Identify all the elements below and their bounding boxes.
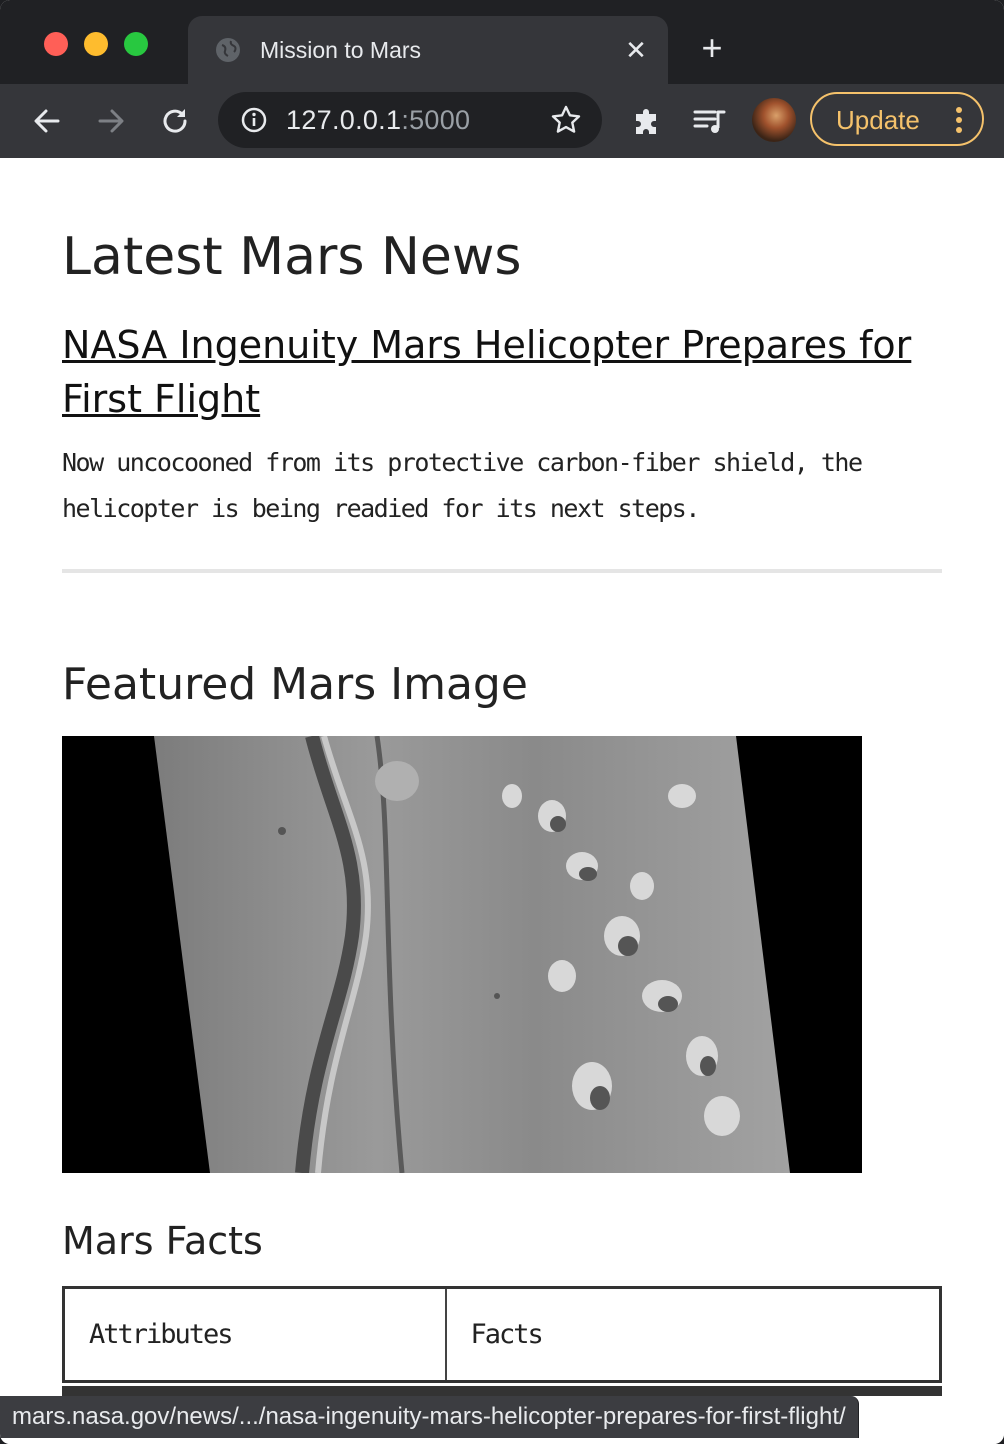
news-teaser: Now uncocooned from its protective carbo… — [62, 448, 863, 523]
reload-icon[interactable] — [156, 102, 194, 140]
globe-icon — [216, 38, 240, 62]
featured-mars-image[interactable] — [62, 736, 862, 1173]
star-icon[interactable] — [550, 104, 582, 136]
featured-image-heading: Featured Mars Image — [62, 659, 528, 710]
facts-table: Attributes Facts — [62, 1286, 942, 1383]
status-url-bubble: mars.nasa.gov/news/.../nasa-ingenuity-ma… — [0, 1396, 859, 1438]
url-text: 127.0.0.1:5000 — [286, 106, 470, 134]
url-port: :5000 — [401, 105, 471, 135]
update-button[interactable]: Update — [810, 92, 984, 146]
forward-arrow-icon[interactable] — [92, 102, 130, 140]
address-bar[interactable]: 127.0.0.1:5000 — [218, 92, 602, 148]
facts-heading: Mars Facts — [62, 1219, 263, 1263]
update-label: Update — [836, 105, 920, 135]
header-attributes: Attributes — [63, 1287, 447, 1382]
divider — [62, 569, 942, 573]
table-header-row: Attributes Facts — [63, 1287, 941, 1382]
news-title-link[interactable]: NASA Ingenuity Mars Helicopter Prepares … — [62, 318, 942, 426]
avatar[interactable] — [752, 98, 796, 142]
info-icon[interactable] — [240, 106, 268, 134]
header-facts: Facts — [470, 1319, 544, 1350]
tab-mission-to-mars[interactable]: Mission to Mars ✕ — [188, 16, 668, 84]
zoom-window-button[interactable] — [124, 32, 148, 56]
media-queue-icon[interactable] — [690, 102, 728, 140]
minimize-window-button[interactable] — [84, 32, 108, 56]
table-row-border — [62, 1386, 942, 1396]
puzzle-icon[interactable] — [628, 102, 666, 140]
browser-window: Mission to Mars ✕ + 127.0.0.1:5000 Updat… — [0, 0, 1004, 1444]
mars-surface-picture — [62, 736, 862, 1173]
page-content: Latest Mars News NASA Ingenuity Mars Hel… — [0, 158, 1004, 1444]
plus-icon[interactable]: + — [694, 30, 730, 66]
kebab-menu-icon[interactable] — [954, 106, 964, 134]
close-icon[interactable]: ✕ — [622, 36, 650, 64]
tab-strip: Mission to Mars ✕ + — [0, 0, 1004, 84]
news-heading: Latest Mars News — [62, 227, 522, 287]
browser-toolbar: 127.0.0.1:5000 Update — [0, 84, 1004, 159]
tab-title: Mission to Mars — [260, 37, 422, 63]
url-host: 127.0.0.1 — [286, 105, 402, 135]
close-window-button[interactable] — [44, 32, 68, 56]
back-arrow-icon[interactable] — [28, 102, 66, 140]
